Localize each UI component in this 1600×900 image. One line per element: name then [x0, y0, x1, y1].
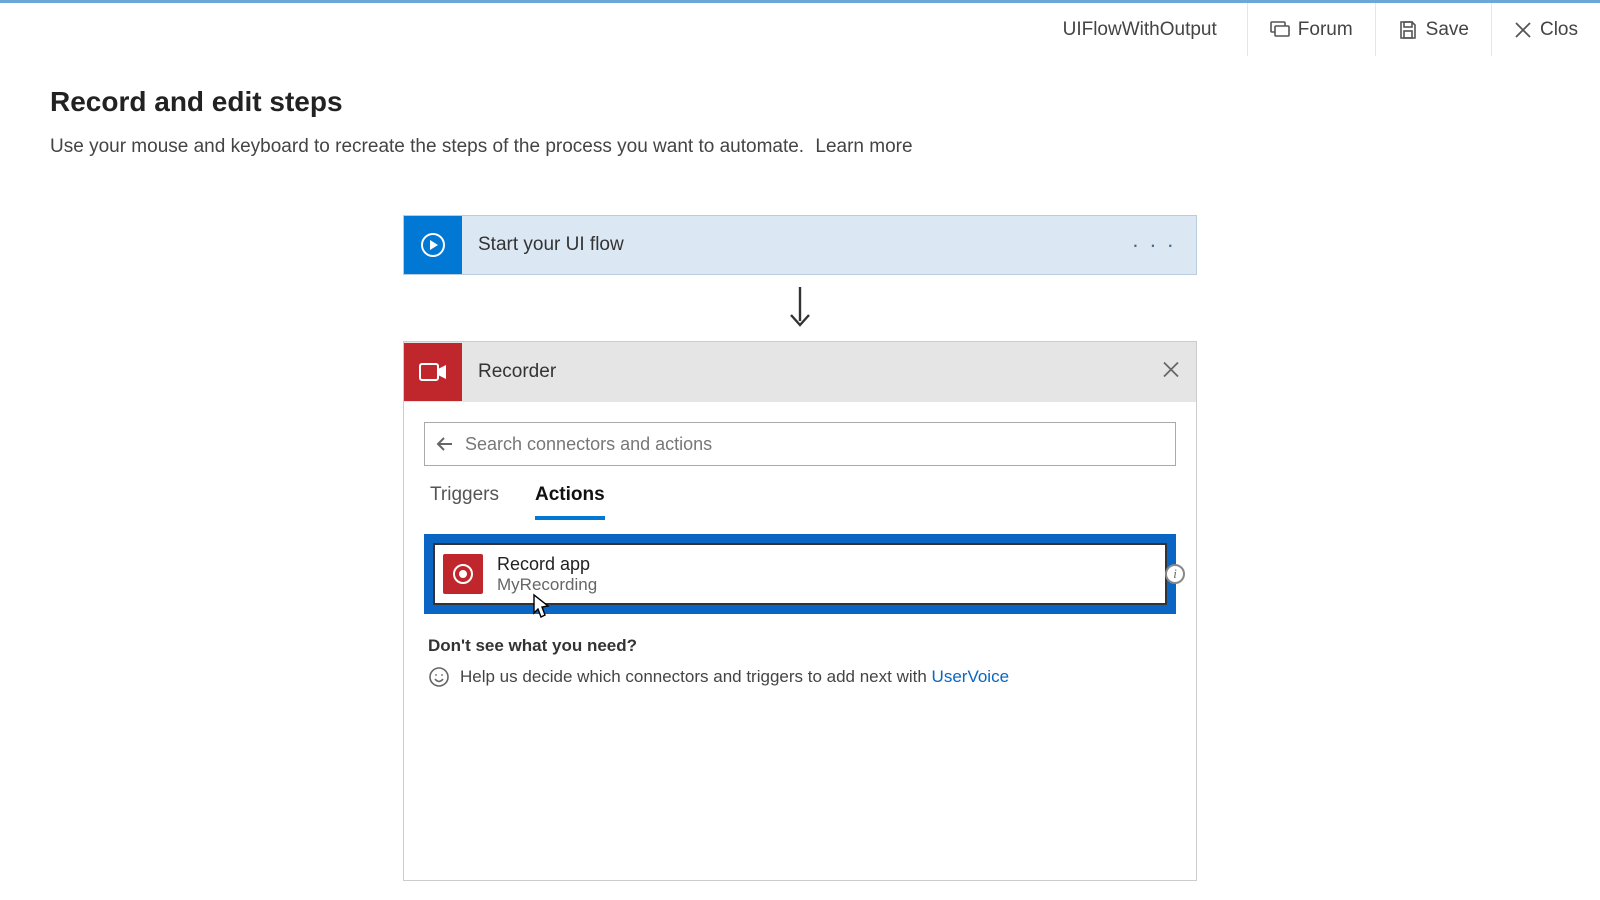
- action-texts: Record app MyRecording: [497, 554, 597, 595]
- action-row-highlight: Record app MyRecording i: [424, 534, 1176, 614]
- action-record-app[interactable]: Record app MyRecording: [433, 543, 1167, 605]
- uservoice-link[interactable]: UserVoice: [932, 667, 1009, 686]
- forum-label: Forum: [1298, 19, 1353, 41]
- recorder-title: Recorder: [462, 361, 556, 383]
- action-subtitle: MyRecording: [497, 575, 597, 595]
- recorder-body: Triggers Actions Record app MyRecording: [404, 402, 1196, 708]
- top-toolbar: UIFlowWithOutput Forum Save Clos: [0, 0, 1600, 56]
- tab-actions[interactable]: Actions: [535, 484, 605, 520]
- record-iconbox: [443, 554, 483, 594]
- close-label: Clos: [1540, 19, 1578, 41]
- tab-triggers[interactable]: Triggers: [430, 484, 499, 520]
- recorder-header: Recorder: [404, 342, 1196, 402]
- need-title: Don't see what you need?: [428, 636, 1172, 656]
- recorder-iconbox: [404, 343, 462, 401]
- start-step-label: Start your UI flow: [462, 234, 624, 256]
- search-box[interactable]: [424, 422, 1176, 466]
- learn-more-link[interactable]: Learn more: [815, 136, 912, 157]
- flow-canvas: Start your UI flow · · · Recorder: [403, 215, 1197, 881]
- arrow-left-icon[interactable]: [435, 434, 455, 454]
- forum-icon: [1270, 21, 1290, 39]
- play-circle-icon: [418, 230, 448, 260]
- start-step-card[interactable]: Start your UI flow · · ·: [403, 215, 1197, 275]
- page-title: Record and edit steps: [50, 86, 1550, 118]
- close-icon: [1514, 21, 1532, 39]
- flow-arrow: [403, 275, 1197, 341]
- save-button[interactable]: Save: [1375, 3, 1491, 56]
- need-line: Help us decide which connectors and trig…: [428, 666, 1172, 688]
- search-input[interactable]: [465, 434, 1165, 455]
- arrow-down-icon: [787, 287, 813, 329]
- save-label: Save: [1426, 19, 1469, 41]
- start-step-more-button[interactable]: · · ·: [1132, 232, 1176, 258]
- action-title: Record app: [497, 554, 597, 575]
- close-button[interactable]: Clos: [1491, 3, 1600, 56]
- need-help-text: Help us decide which connectors and trig…: [460, 667, 932, 686]
- forum-button[interactable]: Forum: [1247, 3, 1375, 56]
- info-icon[interactable]: i: [1165, 564, 1185, 584]
- save-icon: [1398, 20, 1418, 40]
- need-section: Don't see what you need? Help us decide …: [424, 636, 1176, 688]
- record-icon: [451, 562, 475, 586]
- recorder-close-button[interactable]: [1162, 361, 1180, 384]
- camera-icon: [418, 361, 448, 383]
- start-step-iconbox: [404, 216, 462, 274]
- smile-icon: [428, 666, 450, 688]
- page-description-text: Use your mouse and keyboard to recreate …: [50, 136, 804, 157]
- page-description: Use your mouse and keyboard to recreate …: [50, 136, 1550, 158]
- close-icon: [1162, 361, 1180, 379]
- recorder-card: Recorder Triggers Actions: [403, 341, 1197, 881]
- recorder-tabs: Triggers Actions: [424, 466, 1176, 520]
- flow-name-label: UIFlowWithOutput: [1063, 19, 1217, 41]
